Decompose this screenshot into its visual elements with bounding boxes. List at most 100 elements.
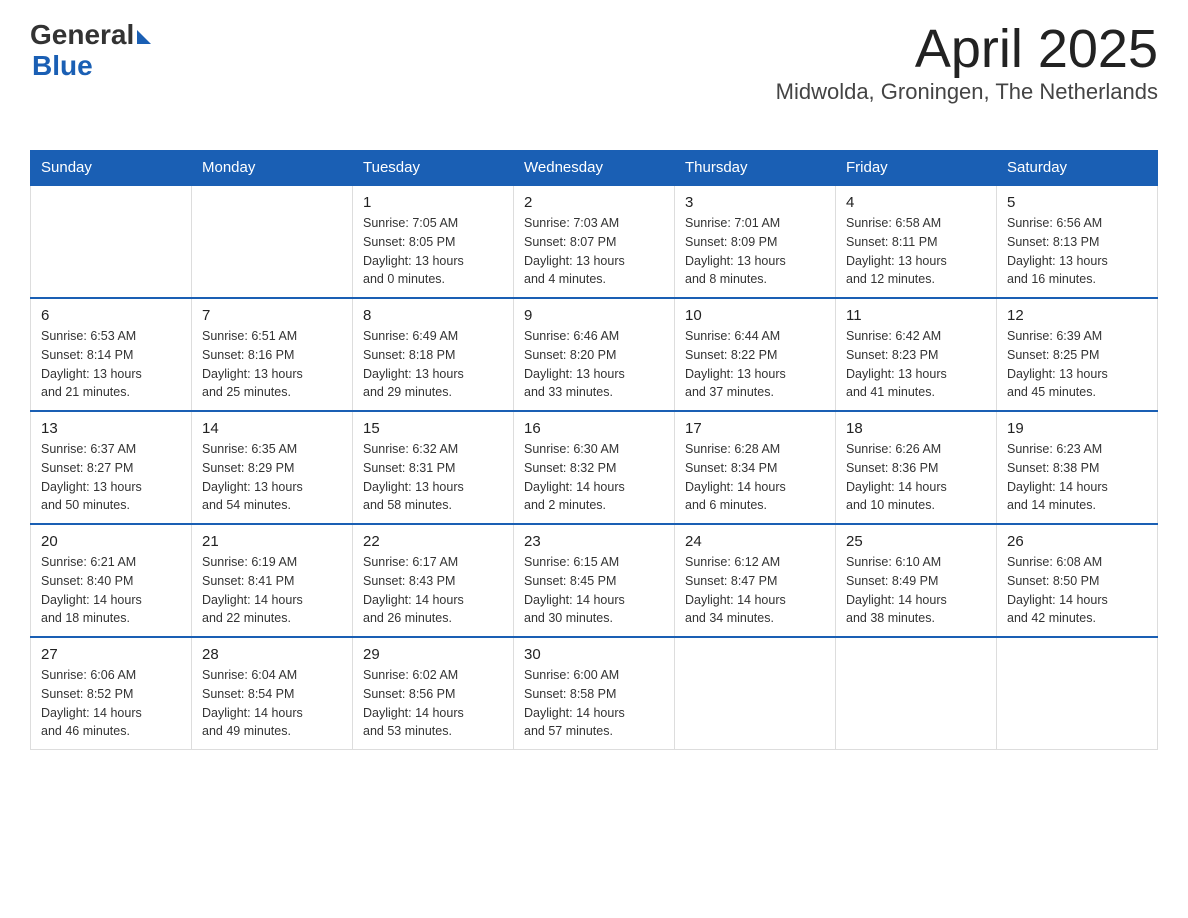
day-number: 26	[1007, 533, 1147, 550]
logo-arrow-icon	[137, 30, 151, 44]
calendar-cell-w1-d4: 2 Sunrise: 7:03 AM Sunset: 8:07 PM Daylig…	[514, 185, 675, 298]
logo-wrapper: General Blue	[30, 20, 151, 82]
calendar-cell-w2-d2: 7Sunrise: 6:51 AM Sunset: 8:16 PM Daylig…	[192, 298, 353, 411]
day-info: Sunrise: 6:32 AM Sunset: 8:31 PM Dayligh…	[363, 440, 503, 515]
calendar-cell-w4-d5: 24Sunrise: 6:12 AM Sunset: 8:47 PM Dayli…	[675, 524, 836, 637]
calendar-cell-w1-d5: 3 Sunrise: 7:01 AM Sunset: 8:09 PM Daylig…	[675, 185, 836, 298]
calendar-cell-w3-d2: 14 Sunrise: 6:35 AM Sunset: 8:29 PM Dayli…	[192, 411, 353, 524]
calendar-body: 1Sunrise: 7:05 AM Sunset: 8:05 PM Daylig…	[31, 185, 1158, 750]
logo-blue-text: Blue	[32, 50, 93, 81]
calendar-week-4: 20 Sunrise: 6:21 AM Sunset: 8:40 PM Dayli…	[31, 524, 1158, 637]
day-number: 12	[1007, 307, 1147, 324]
calendar-cell-w2-d3: 8 Sunrise: 6:49 AM Sunset: 8:18 PM Daylig…	[353, 298, 514, 411]
calendar-table: SundayMondayTuesdayWednesdayThursdayFrid…	[30, 150, 1158, 750]
calendar-cell-w1-d6: 4Sunrise: 6:58 AM Sunset: 8:11 PM Daylig…	[836, 185, 997, 298]
calendar-cell-w5-d5	[675, 637, 836, 750]
day-info: Sunrise: 6:46 AM Sunset: 8:20 PM Dayligh…	[524, 327, 664, 402]
calendar-cell-w4-d7: 26 Sunrise: 6:08 AM Sunset: 8:50 PM Dayli…	[997, 524, 1158, 637]
calendar-week-5: 27 Sunrise: 6:06 AM Sunset: 8:52 PM Dayli…	[31, 637, 1158, 750]
day-number: 27	[41, 646, 181, 663]
calendar-cell-w1-d2	[192, 185, 353, 298]
day-info: Sunrise: 6:49 AM Sunset: 8:18 PM Dayligh…	[363, 327, 503, 402]
day-info: Sunrise: 6:26 AM Sunset: 8:36 PM Dayligh…	[846, 440, 986, 515]
day-number: 8	[363, 307, 503, 324]
day-info: Sunrise: 6:51 AM Sunset: 8:16 PM Dayligh…	[202, 327, 342, 402]
day-number: 21	[202, 533, 342, 550]
day-number: 29	[363, 646, 503, 663]
calendar-cell-w5-d4: 30Sunrise: 6:00 AM Sunset: 8:58 PM Dayli…	[514, 637, 675, 750]
day-info: Sunrise: 6:42 AM Sunset: 8:23 PM Dayligh…	[846, 327, 986, 402]
header-friday: Friday	[836, 151, 997, 186]
day-number: 4	[846, 194, 986, 211]
day-info: Sunrise: 6:19 AM Sunset: 8:41 PM Dayligh…	[202, 553, 342, 628]
day-number: 30	[524, 646, 664, 663]
day-number: 16	[524, 420, 664, 437]
calendar-week-3: 13 Sunrise: 6:37 AM Sunset: 8:27 PM Dayli…	[31, 411, 1158, 524]
header-sunday: Sunday	[31, 151, 192, 186]
day-info: Sunrise: 6:04 AM Sunset: 8:54 PM Dayligh…	[202, 666, 342, 741]
header-monday: Monday	[192, 151, 353, 186]
day-number: 28	[202, 646, 342, 663]
calendar-cell-w2-d7: 12 Sunrise: 6:39 AM Sunset: 8:25 PM Dayli…	[997, 298, 1158, 411]
calendar-cell-w5-d2: 28 Sunrise: 6:04 AM Sunset: 8:54 PM Dayli…	[192, 637, 353, 750]
calendar-container: SundayMondayTuesdayWednesdayThursdayFrid…	[30, 150, 1158, 750]
day-number: 13	[41, 420, 181, 437]
day-number: 20	[41, 533, 181, 550]
calendar-cell-w3-d3: 15Sunrise: 6:32 AM Sunset: 8:31 PM Dayli…	[353, 411, 514, 524]
day-info: Sunrise: 6:02 AM Sunset: 8:56 PM Dayligh…	[363, 666, 503, 741]
calendar-cell-w3-d7: 19Sunrise: 6:23 AM Sunset: 8:38 PM Dayli…	[997, 411, 1158, 524]
calendar-cell-w1-d1	[31, 185, 192, 298]
day-info: Sunrise: 6:06 AM Sunset: 8:52 PM Dayligh…	[41, 666, 181, 741]
calendar-cell-w3-d1: 13 Sunrise: 6:37 AM Sunset: 8:27 PM Dayli…	[31, 411, 192, 524]
day-info: Sunrise: 7:01 AM Sunset: 8:09 PM Dayligh…	[685, 214, 825, 289]
calendar-cell-w4-d3: 22 Sunrise: 6:17 AM Sunset: 8:43 PM Dayli…	[353, 524, 514, 637]
day-info: Sunrise: 6:15 AM Sunset: 8:45 PM Dayligh…	[524, 553, 664, 628]
calendar-cell-w2-d5: 10Sunrise: 6:44 AM Sunset: 8:22 PM Dayli…	[675, 298, 836, 411]
calendar-cell-w5-d1: 27 Sunrise: 6:06 AM Sunset: 8:52 PM Dayli…	[31, 637, 192, 750]
main-title: April 2025	[776, 20, 1158, 79]
day-info: Sunrise: 6:17 AM Sunset: 8:43 PM Dayligh…	[363, 553, 503, 628]
day-info: Sunrise: 6:08 AM Sunset: 8:50 PM Dayligh…	[1007, 553, 1147, 628]
calendar-cell-w1-d3: 1Sunrise: 7:05 AM Sunset: 8:05 PM Daylig…	[353, 185, 514, 298]
header-wednesday: Wednesday	[514, 151, 675, 186]
title-right: April 2025 Midwolda, Groningen, The Neth…	[776, 20, 1158, 105]
calendar-cell-w3-d4: 16 Sunrise: 6:30 AM Sunset: 8:32 PM Dayli…	[514, 411, 675, 524]
day-number: 14	[202, 420, 342, 437]
calendar-cell-w5-d3: 29 Sunrise: 6:02 AM Sunset: 8:56 PM Dayli…	[353, 637, 514, 750]
calendar-cell-w4-d1: 20 Sunrise: 6:21 AM Sunset: 8:40 PM Dayli…	[31, 524, 192, 637]
calendar-cell-w2-d6: 11Sunrise: 6:42 AM Sunset: 8:23 PM Dayli…	[836, 298, 997, 411]
day-info: Sunrise: 6:37 AM Sunset: 8:27 PM Dayligh…	[41, 440, 181, 515]
day-info: Sunrise: 6:35 AM Sunset: 8:29 PM Dayligh…	[202, 440, 342, 515]
day-number: 24	[685, 533, 825, 550]
day-number: 25	[846, 533, 986, 550]
day-info: Sunrise: 6:28 AM Sunset: 8:34 PM Dayligh…	[685, 440, 825, 515]
day-info: Sunrise: 6:53 AM Sunset: 8:14 PM Dayligh…	[41, 327, 181, 402]
day-number: 2	[524, 194, 664, 211]
day-info: Sunrise: 6:21 AM Sunset: 8:40 PM Dayligh…	[41, 553, 181, 628]
calendar-cell-w1-d7: 5Sunrise: 6:56 AM Sunset: 8:13 PM Daylig…	[997, 185, 1158, 298]
calendar-cell-w4-d2: 21 Sunrise: 6:19 AM Sunset: 8:41 PM Dayli…	[192, 524, 353, 637]
logo-general-text: General	[30, 20, 134, 51]
logo-line1: General	[30, 20, 151, 51]
day-info: Sunrise: 7:05 AM Sunset: 8:05 PM Dayligh…	[363, 214, 503, 289]
calendar-cell-w3-d6: 18Sunrise: 6:26 AM Sunset: 8:36 PM Dayli…	[836, 411, 997, 524]
sub-title: Midwolda, Groningen, The Netherlands	[776, 79, 1158, 105]
day-info: Sunrise: 6:39 AM Sunset: 8:25 PM Dayligh…	[1007, 327, 1147, 402]
day-number: 5	[1007, 194, 1147, 211]
header-tuesday: Tuesday	[353, 151, 514, 186]
calendar-header: SundayMondayTuesdayWednesdayThursdayFrid…	[31, 151, 1158, 186]
calendar-header-row: SundayMondayTuesdayWednesdayThursdayFrid…	[31, 151, 1158, 186]
day-number: 17	[685, 420, 825, 437]
day-number: 6	[41, 307, 181, 324]
day-info: Sunrise: 6:44 AM Sunset: 8:22 PM Dayligh…	[685, 327, 825, 402]
calendar-week-2: 6 Sunrise: 6:53 AM Sunset: 8:14 PM Daylig…	[31, 298, 1158, 411]
day-info: Sunrise: 7:03 AM Sunset: 8:07 PM Dayligh…	[524, 214, 664, 289]
calendar-cell-w2-d4: 9 Sunrise: 6:46 AM Sunset: 8:20 PM Daylig…	[514, 298, 675, 411]
day-number: 22	[363, 533, 503, 550]
day-number: 19	[1007, 420, 1147, 437]
day-info: Sunrise: 6:30 AM Sunset: 8:32 PM Dayligh…	[524, 440, 664, 515]
day-number: 3	[685, 194, 825, 211]
day-number: 9	[524, 307, 664, 324]
logo-line2: Blue	[30, 51, 151, 82]
calendar-cell-w4-d4: 23Sunrise: 6:15 AM Sunset: 8:45 PM Dayli…	[514, 524, 675, 637]
